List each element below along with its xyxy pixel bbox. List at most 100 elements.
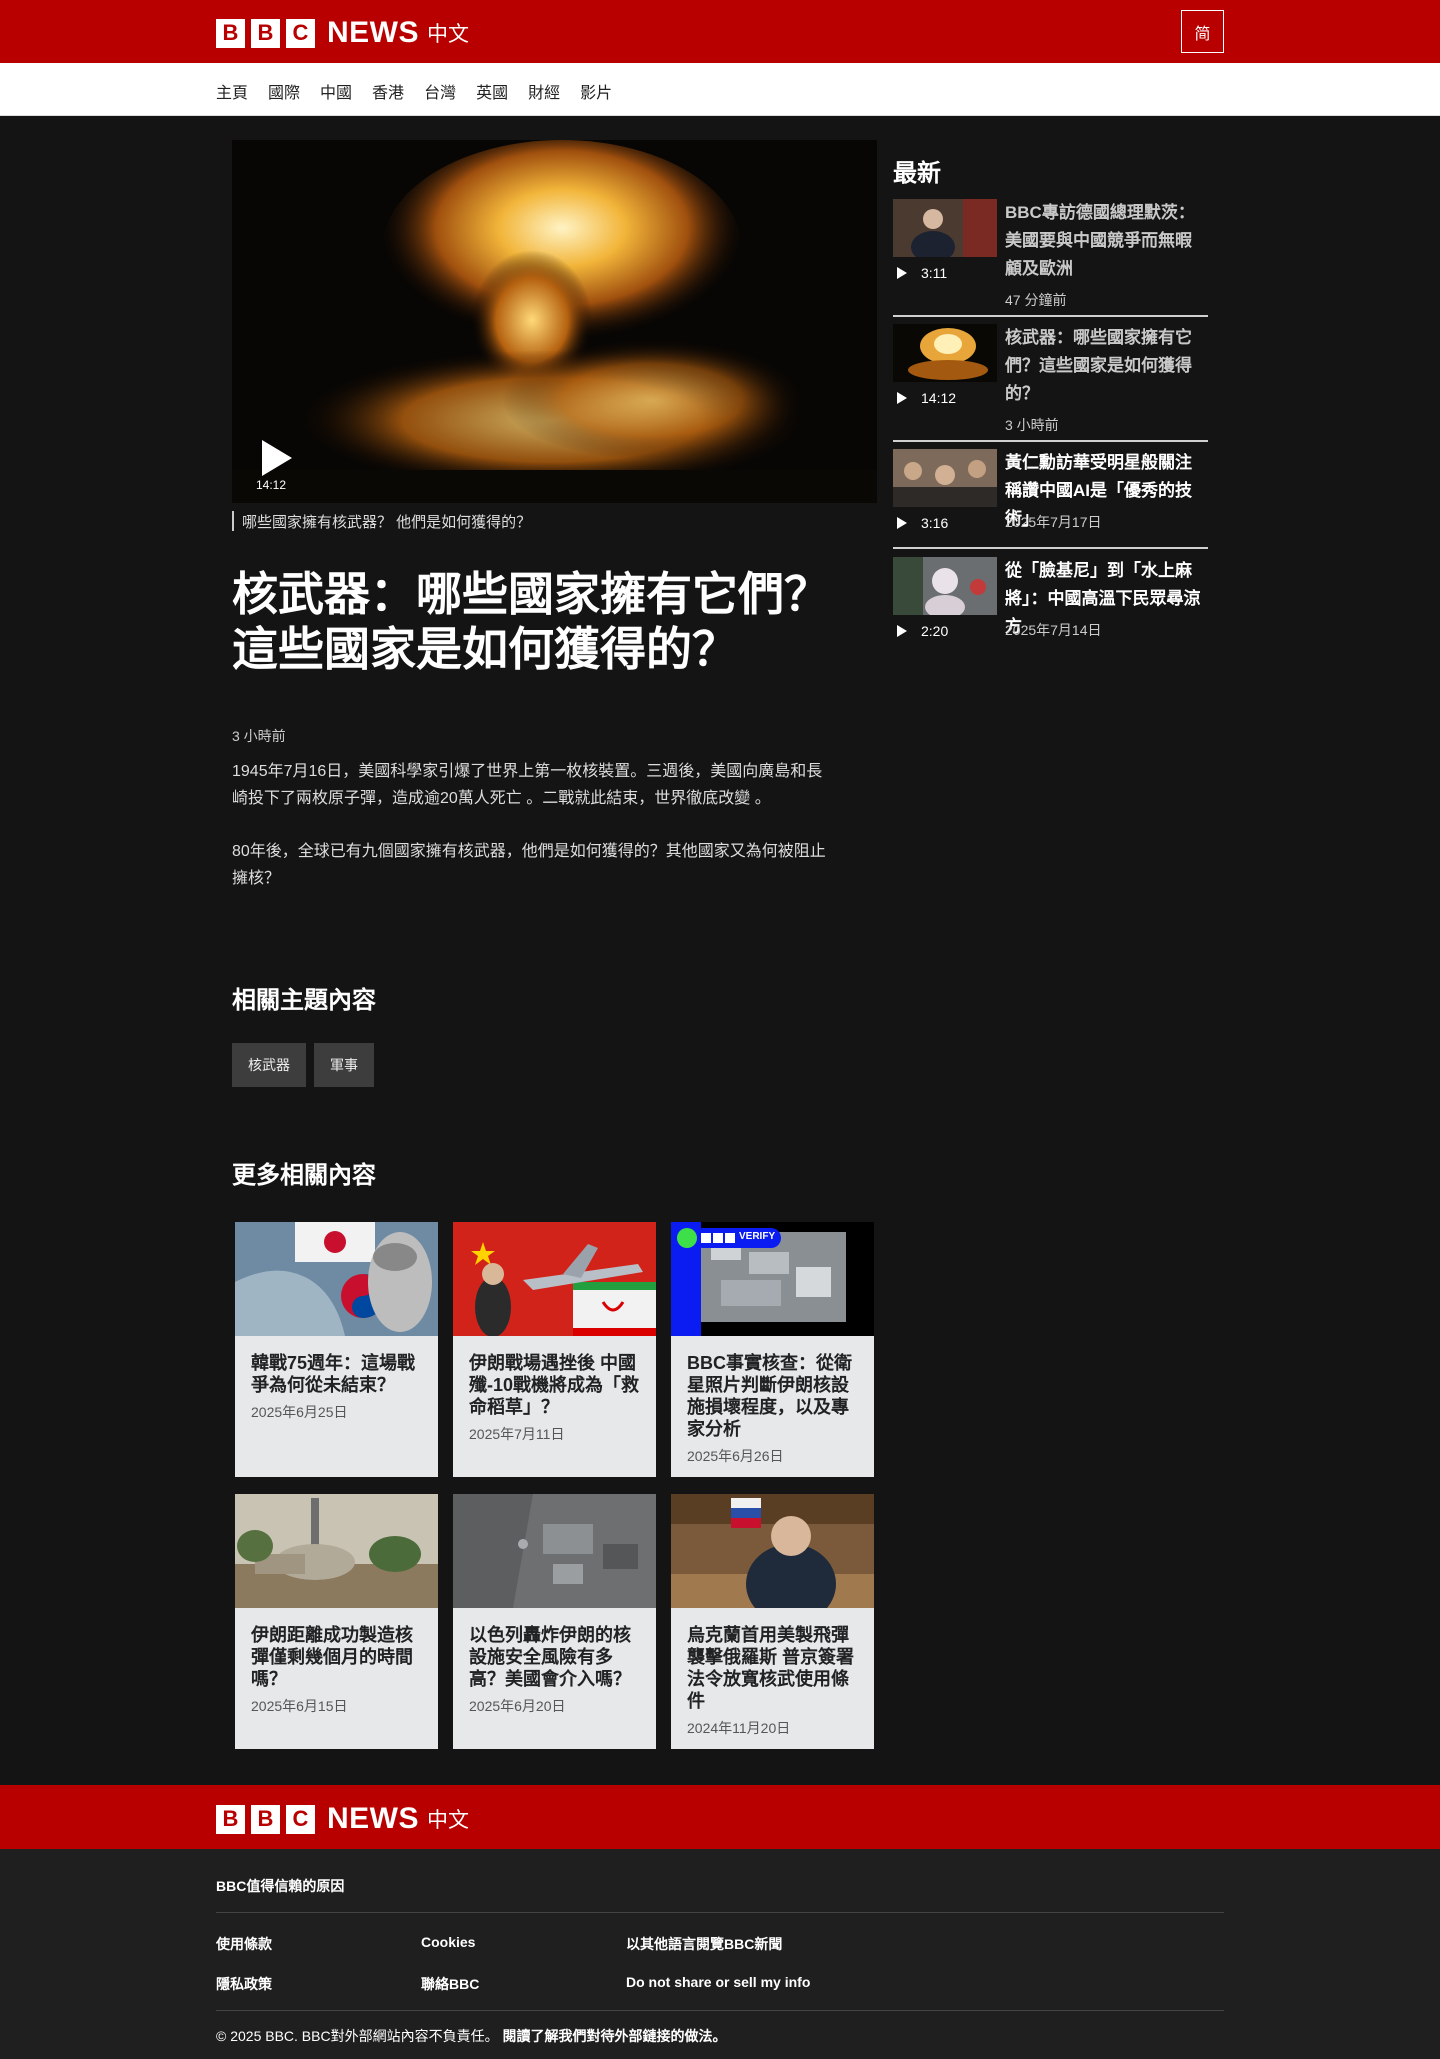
logo-letter-c: C — [286, 18, 315, 48]
item-duration: 3:16 — [921, 515, 949, 531]
satellite-verify-image: VERIFY — [671, 1222, 874, 1336]
article-headline: 核武器：哪些國家擁有它們？這些國家是如何獲得的？ — [232, 568, 830, 675]
related-card[interactable]: 以色列轟炸伊朗的核設施安全風險有多高？美國會介入嗎？ 2025年6月20日 — [453, 1494, 656, 1749]
logo-news: NEWS — [327, 1802, 419, 1835]
nav-item-home[interactable]: 主頁 — [216, 79, 248, 103]
nav-item-hongkong[interactable]: 香港 — [372, 79, 404, 103]
tag-nuclear-weapons[interactable]: 核武器 — [232, 1043, 306, 1087]
footer-do-not-sell-link[interactable]: Do not share or sell my info — [626, 1974, 810, 1990]
nuclear-thumbnail — [893, 324, 997, 382]
latest-item[interactable]: 2:20 從「臉基尼」到「水上麻將」：中國高溫下民眾尋涼方 2025年7月14日 — [893, 557, 1208, 647]
divider — [893, 547, 1208, 549]
card-title: 以色列轟炸伊朗的核設施安全風險有多高？美國會介入嗎？ — [469, 1625, 631, 1689]
card-date: 2025年6月25日 — [251, 1404, 348, 1420]
card-title: 韓戰75週年：這場戰爭為何從未結束？ — [251, 1353, 416, 1395]
article-timestamp: 3 小時前 — [232, 728, 286, 744]
main-nav: 主頁 國際 中國 香港 台灣 英國 財經 影片 — [0, 63, 1440, 116]
footer-other-languages-link[interactable]: 以其他語言閱覽BBC新聞 — [626, 1934, 782, 1954]
j10-jet-image — [453, 1222, 656, 1336]
footer-banner: B B C NEWS 中文 — [0, 1785, 1440, 1849]
footer-terms-link[interactable]: 使用條款 — [216, 1934, 272, 1954]
item-date: 3 小時前 — [1005, 417, 1059, 433]
logo-letter-b1: B — [216, 18, 245, 48]
related-card[interactable]: 烏克蘭首用美製飛彈襲擊俄羅斯 普京簽署法令放寬核武使用條件 2024年11月20… — [671, 1494, 874, 1749]
tag-military[interactable]: 軍事 — [314, 1043, 374, 1087]
card-date: 2025年6月26日 — [687, 1448, 784, 1464]
iran-reactor-image — [235, 1494, 438, 1608]
nav-item-taiwan[interactable]: 台灣 — [424, 79, 456, 103]
duration-row: 14:12 — [897, 390, 956, 406]
card-date: 2025年6月20日 — [469, 1698, 566, 1714]
article-paragraph-2: 80年後，全球已有九個國家擁有核武器，他們是如何獲得的？其他國家又為何被阻止擁核… — [232, 843, 826, 887]
card-title: 伊朗戰場遇挫後 中國殲-10戰機將成為「救命稻草」？ — [469, 1353, 640, 1417]
item-date: 2025年7月14日 — [1005, 622, 1102, 638]
footer-divider — [216, 2010, 1224, 2011]
nav-item-uk[interactable]: 英國 — [476, 79, 508, 103]
related-card[interactable]: 伊朗距離成功製造核彈僅剩幾個月的時間嗎？ 2025年6月15日 — [235, 1494, 438, 1749]
facekini-thumbnail — [893, 557, 997, 615]
card-title: 伊朗距離成功製造核彈僅剩幾個月的時間嗎？ — [251, 1625, 413, 1689]
video-caption: 哪些國家擁有核武器？ 他們是如何獲得的？ — [232, 511, 531, 531]
topic-tags: 核武器 軍事 — [232, 1043, 382, 1087]
copyright-text: © 2025 BBC. BBC對外部網站內容不負責任。 — [216, 2028, 499, 2044]
footer-contact-link[interactable]: 聯絡BBC — [421, 1974, 479, 1994]
footer-bbc-news-logo[interactable]: B B C NEWS 中文 — [216, 1802, 469, 1836]
logo-letter-b2: B — [251, 18, 280, 48]
item-title: 核武器：哪些國家擁有它們？這些國家是如何獲得的？ — [1005, 328, 1192, 403]
mushroom-cloud-image — [232, 140, 877, 503]
footer-divider — [216, 1912, 1224, 1913]
logo-letter-c: C — [286, 1804, 315, 1834]
play-icon — [897, 517, 907, 529]
merz-interview-thumbnail — [893, 199, 997, 257]
verify-badge-label: VERIFY — [739, 1231, 776, 1242]
card-date: 2025年6月15日 — [251, 1698, 348, 1714]
bbc-news-logo[interactable]: B B C NEWS 中文 — [216, 16, 469, 50]
logo-lang: 中文 — [427, 23, 469, 46]
item-title: BBC專訪德國總理默茨：美國要與中國競爭而無暇顧及歐洲 — [1005, 203, 1195, 278]
footer-privacy-link[interactable]: 隱私政策 — [216, 1974, 272, 1994]
simplified-script-button[interactable]: 简 — [1181, 10, 1224, 53]
footer-cookies-link[interactable]: Cookies — [421, 1934, 475, 1950]
card-date: 2025年7月11日 — [469, 1426, 565, 1442]
nuclear-site-satellite-image — [453, 1494, 656, 1608]
logo-letter-b1: B — [216, 1804, 245, 1834]
play-icon — [897, 625, 907, 637]
related-card[interactable]: 韓戰75週年：這場戰爭為何從未結束？ 2025年6月25日 — [235, 1222, 438, 1477]
card-title: BBC事實核查：從衛星照片判斷伊朗核設施損壞程度，以及專家分析 — [687, 1353, 852, 1439]
play-icon — [897, 267, 907, 279]
item-date: 2025年7月17日 — [1005, 514, 1102, 530]
duration-row: 3:16 — [897, 515, 948, 531]
nav-item-international[interactable]: 國際 — [268, 79, 300, 103]
related-card[interactable]: 伊朗戰場遇挫後 中國殲-10戰機將成為「救命稻草」？ 2025年7月11日 — [453, 1222, 656, 1477]
nav-item-video[interactable]: 影片 — [580, 79, 612, 103]
external-links-policy-link[interactable]: 閱讀了解我們對待外部鏈接的做法。 — [502, 2028, 726, 2044]
korea-war-image — [235, 1222, 438, 1336]
duration-row: 3:11 — [897, 265, 947, 281]
top-banner: B B C NEWS 中文 简 — [0, 0, 1440, 63]
footer-trust-link[interactable]: BBC值得信賴的原因 — [216, 1876, 344, 1896]
divider — [893, 315, 1208, 317]
putin-image — [671, 1494, 874, 1608]
article-paragraph-1: 1945年7月16日，美國科學家引爆了世界上第一枚核裝置。三週後，美國向廣島和長… — [232, 763, 823, 807]
nav-item-business[interactable]: 財經 — [528, 79, 560, 103]
latest-heading: 最新 — [893, 160, 941, 187]
more-related-heading: 更多相關內容 — [232, 1162, 376, 1189]
jensen-huang-thumbnail — [893, 449, 997, 507]
play-icon[interactable] — [258, 438, 296, 478]
video-duration: 14:12 — [256, 478, 287, 492]
duration-row: 2:20 — [897, 623, 948, 639]
logo-news: NEWS — [327, 16, 419, 49]
item-duration: 2:20 — [921, 623, 949, 639]
item-duration: 14:12 — [921, 390, 957, 406]
nav-item-china[interactable]: 中國 — [320, 79, 352, 103]
related-topics-heading: 相關主題內容 — [232, 987, 376, 1014]
play-icon — [897, 392, 907, 404]
logo-lang: 中文 — [427, 1809, 469, 1832]
related-card[interactable]: VERIFY BBC事實核查：從衛星照片判斷伊朗核設施損壞程度，以及專家分析 2… — [671, 1222, 874, 1477]
item-date: 47 分鐘前 — [1005, 292, 1067, 308]
latest-item[interactable]: 3:11 BBC專訪德國總理默茨：美國要與中國競爭而無暇顧及歐洲 47 分鐘前 — [893, 199, 1208, 309]
latest-item[interactable]: 14:12 核武器：哪些國家擁有它們？這些國家是如何獲得的？ 3 小時前 — [893, 324, 1208, 434]
logo-letter-b2: B — [251, 1804, 280, 1834]
latest-item[interactable]: 3:16 黃仁勳訪華受明星般關注 稱讚中國AI是「優秀的技術」 2025年7月1… — [893, 449, 1208, 539]
main-video-player[interactable] — [232, 140, 877, 503]
